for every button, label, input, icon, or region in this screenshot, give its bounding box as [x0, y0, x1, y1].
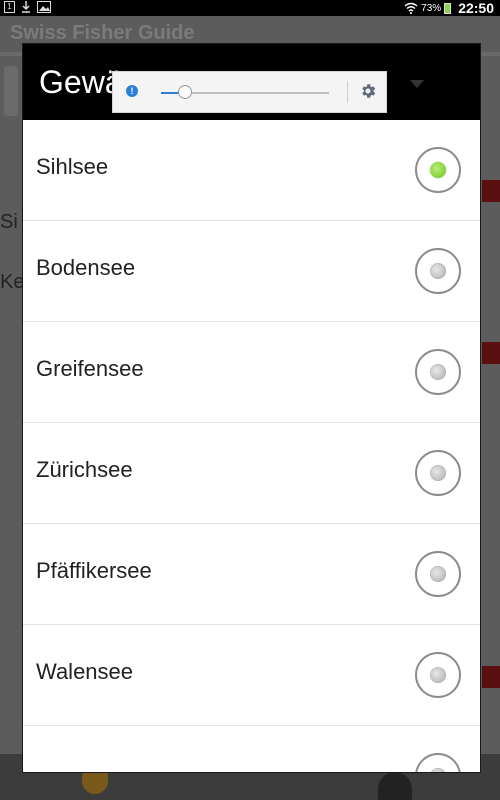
lake-label: Greifensee [36, 356, 144, 381]
dropdown-arrow-icon [410, 80, 424, 88]
wifi-icon [404, 2, 418, 14]
swiss-flag-icon [482, 342, 500, 364]
radio-indicator [430, 162, 446, 178]
radio-indicator [430, 768, 446, 772]
radio-button[interactable] [415, 349, 461, 395]
download-icon [22, 1, 30, 13]
fisher-figure-icon [378, 772, 412, 800]
settings-gear-icon[interactable] [359, 82, 377, 100]
slider-thumb[interactable] [177, 85, 192, 99]
swiss-flag-icon [482, 180, 500, 202]
status-bar-left: 1 [4, 1, 51, 13]
battery-percent: 73% [421, 2, 442, 14]
status-bar-right: 73% 22:50 [404, 0, 494, 16]
radio-indicator [430, 465, 446, 481]
lake-label: Zürichsee [36, 457, 133, 482]
brightness-slider[interactable] [161, 85, 329, 99]
radio-button[interactable] [415, 753, 461, 772]
list-item[interactable]: Zürichsee [23, 423, 480, 524]
background-text-1: Si [0, 211, 18, 233]
water-selection-dialog: Gewä Sihlsee Bodensee Greifensee Zürichs… [23, 44, 480, 772]
lake-list: Sihlsee Bodensee Greifensee Zürichsee Pf… [23, 120, 480, 772]
lake-label: Pfäffikersee [36, 558, 152, 583]
app-title: Swiss Fisher Guide [10, 22, 195, 44]
background-text-2: Ke [0, 271, 25, 293]
list-item[interactable]: Bodensee [23, 221, 480, 322]
brightness-popup: ! [112, 71, 387, 113]
list-item[interactable]: Sihlsee [23, 120, 480, 221]
lake-label: Sihlsee [36, 154, 109, 179]
dialog-title: Gewä [39, 64, 123, 100]
radio-button[interactable] [415, 652, 461, 698]
list-item[interactable]: Greifensee [23, 322, 480, 423]
radio-indicator [430, 364, 446, 380]
clock: 22:50 [458, 0, 494, 16]
lake-label: Bodensee [36, 255, 136, 280]
radio-button[interactable] [415, 248, 461, 294]
list-item[interactable]: Walensee [23, 625, 480, 726]
radio-indicator [430, 263, 446, 279]
radio-indicator [430, 566, 446, 582]
status-bar: 1 73% 22:50 [0, 0, 500, 16]
radio-button[interactable] [415, 450, 461, 496]
background-spinner [4, 66, 18, 116]
swiss-flag-icon [482, 666, 500, 688]
notification-count-icon: 1 [4, 1, 15, 13]
radio-button[interactable] [415, 147, 461, 193]
list-item[interactable] [23, 726, 480, 772]
list-item[interactable]: Pfäffikersee [23, 524, 480, 625]
popup-divider [347, 81, 348, 103]
lake-label: Walensee [36, 659, 134, 684]
radio-indicator [430, 667, 446, 683]
image-icon [37, 1, 51, 13]
battery-icon [444, 2, 452, 14]
alert-icon[interactable]: ! [126, 85, 138, 97]
radio-button[interactable] [415, 551, 461, 597]
